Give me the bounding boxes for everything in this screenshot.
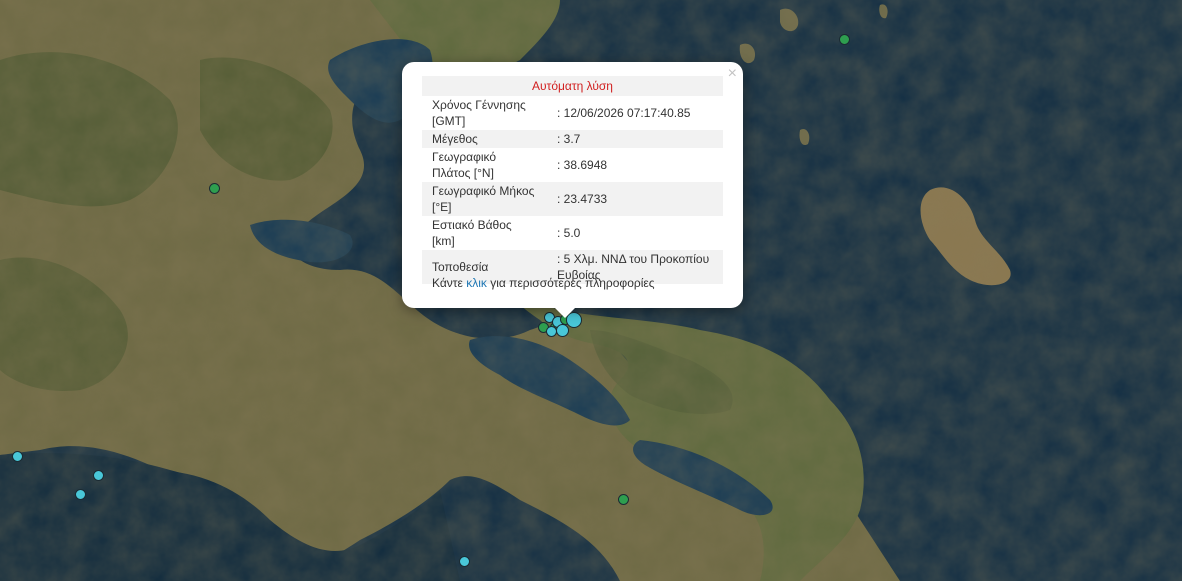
close-icon[interactable]: × [728, 65, 737, 83]
row-label-origin-time: Χρόνος Γέννησης [GMT] [432, 98, 526, 128]
earthquake-details-table: Αυτόματη λύση Χρόνος Γέννησης [GMT] : 12… [422, 76, 723, 284]
earthquake-marker[interactable] [12, 451, 23, 462]
earthquake-marker[interactable] [839, 34, 850, 45]
popup-title: Αυτόματη λύση [422, 76, 723, 96]
earthquake-marker[interactable] [618, 494, 629, 505]
row-value-depth: : 5.0 [557, 226, 581, 240]
earthquake-marker[interactable] [209, 183, 220, 194]
row-value-longitude: : 23.4733 [547, 182, 723, 216]
row-label-longitude: Γεωγραφικό Μήκος [°E] [422, 182, 547, 216]
footer-before: Κάντε [432, 276, 467, 290]
row-value-magnitude: : 3.7 [547, 130, 723, 148]
earthquake-info-popup: × Αυτόματη λύση Χρόνος Γέννησης [GMT] : … [402, 62, 743, 318]
earthquake-marker[interactable] [93, 470, 104, 481]
row-label-depth: Εστιακό Βάθος [km] [432, 218, 512, 248]
earthquake-marker[interactable] [556, 324, 569, 337]
row-label-magnitude: Μέγεθος [422, 130, 547, 148]
earthquake-marker[interactable] [459, 556, 470, 567]
earthquake-marker[interactable] [546, 326, 557, 337]
footer-after: για περισσότερες πληροφορίες [486, 276, 655, 290]
row-label-latitude: Γεωγραφικό Πλάτος [°N] [432, 150, 497, 180]
row-value-latitude: : 38.6948 [557, 158, 608, 172]
earthquake-marker[interactable] [75, 489, 86, 500]
row-value-origin-time: : 12/06/2026 07:17:40.85 [557, 106, 691, 120]
more-info-link[interactable]: κλικ [466, 276, 487, 290]
more-info-text: Κάντε κλικ για περισσότερες πληροφορίες [432, 276, 655, 290]
